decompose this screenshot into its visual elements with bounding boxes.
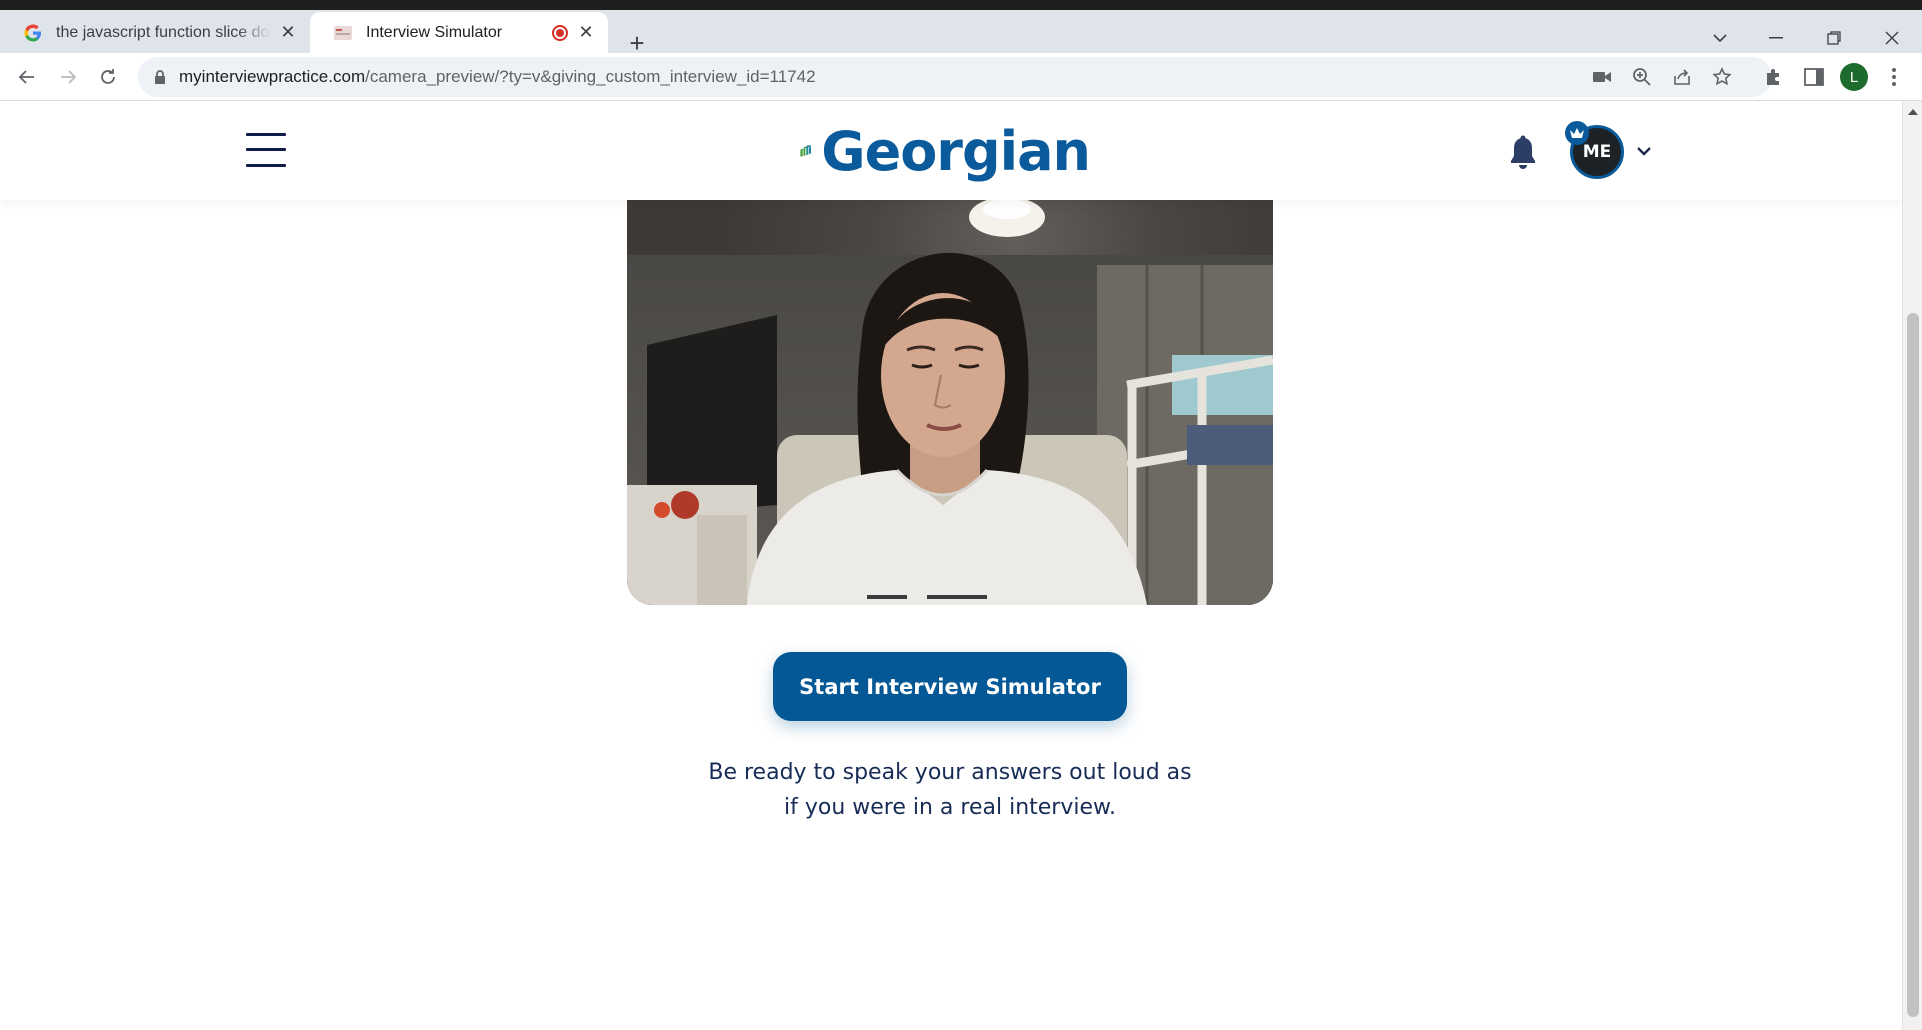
menu-line: [246, 148, 286, 151]
menu-line: [246, 133, 286, 136]
close-window-icon[interactable]: [1872, 24, 1912, 52]
scroll-thumb[interactable]: [1907, 313, 1919, 1017]
start-interview-simulator-button[interactable]: Start Interview Simulator: [773, 652, 1127, 721]
crown-badge-icon: [1565, 121, 1589, 145]
back-arrow-icon[interactable]: [10, 60, 44, 94]
helper-text: Be ready to speak your answers out loud …: [708, 760, 1192, 820]
forward-arrow-icon[interactable]: [51, 60, 85, 94]
url-path: /camera_preview/?ty=v&giving_custom_inte…: [365, 67, 816, 86]
close-tab-icon[interactable]: ✕: [576, 22, 596, 43]
window-top-border: [0, 0, 1922, 10]
hamburger-menu-icon[interactable]: [246, 133, 286, 167]
site-favicon-icon: [334, 24, 352, 42]
zoom-icon[interactable]: [1630, 65, 1654, 89]
minimize-icon[interactable]: [1756, 24, 1796, 52]
recording-indicator-icon: [552, 24, 568, 41]
kebab-menu-icon[interactable]: [1882, 65, 1906, 89]
address-bar[interactable]: myinterviewpractice.com/camera_preview/?…: [138, 57, 1772, 97]
tab-title: the javascript function slice does: [56, 23, 270, 41]
page-viewport: Georgian ME Start Interview Simulator Be…: [0, 101, 1902, 1030]
camera-in-use-icon[interactable]: [1590, 65, 1614, 89]
close-tab-icon[interactable]: ✕: [278, 22, 298, 43]
side-panel-icon[interactable]: [1802, 65, 1826, 89]
camera-preview: [627, 185, 1273, 605]
lock-icon: [154, 69, 166, 85]
tab-search-chevron-icon[interactable]: [1700, 24, 1740, 52]
webcam-feed-image: [627, 185, 1273, 605]
site-header: Georgian ME: [0, 101, 1902, 200]
url-host: myinterviewpractice.com: [179, 67, 366, 86]
extensions-puzzle-icon[interactable]: [1762, 65, 1786, 89]
profile-avatar[interactable]: L: [1840, 63, 1868, 91]
menu-line: [246, 164, 286, 167]
reload-icon[interactable]: [91, 60, 125, 94]
notification-bell-icon[interactable]: [1508, 135, 1538, 171]
tab-interview-simulator[interactable]: Interview Simulator ✕: [310, 12, 608, 53]
account-dropdown-chevron-icon[interactable]: [1634, 141, 1654, 161]
google-g-icon: [24, 24, 42, 42]
browser-toolbar: myinterviewpractice.com/camera_preview/?…: [0, 53, 1922, 101]
logo-mark-icon: [800, 145, 811, 157]
page-scrollbar[interactable]: [1902, 101, 1922, 1030]
georgian-logo[interactable]: Georgian: [800, 113, 1091, 189]
logo-wordmark: Georgian: [821, 119, 1091, 183]
tab-strip: the javascript function slice does ✕ Int…: [0, 10, 1922, 58]
bookmark-star-icon[interactable]: [1710, 65, 1734, 89]
tab-title: Interview Simulator: [366, 23, 503, 41]
share-icon[interactable]: [1670, 65, 1694, 89]
restore-icon[interactable]: [1814, 24, 1854, 52]
tab-google-search[interactable]: the javascript function slice does ✕: [0, 12, 310, 53]
url-text: myinterviewpractice.com/camera_preview/?…: [179, 67, 816, 87]
scroll-up-arrow-icon[interactable]: [1908, 109, 1918, 115]
